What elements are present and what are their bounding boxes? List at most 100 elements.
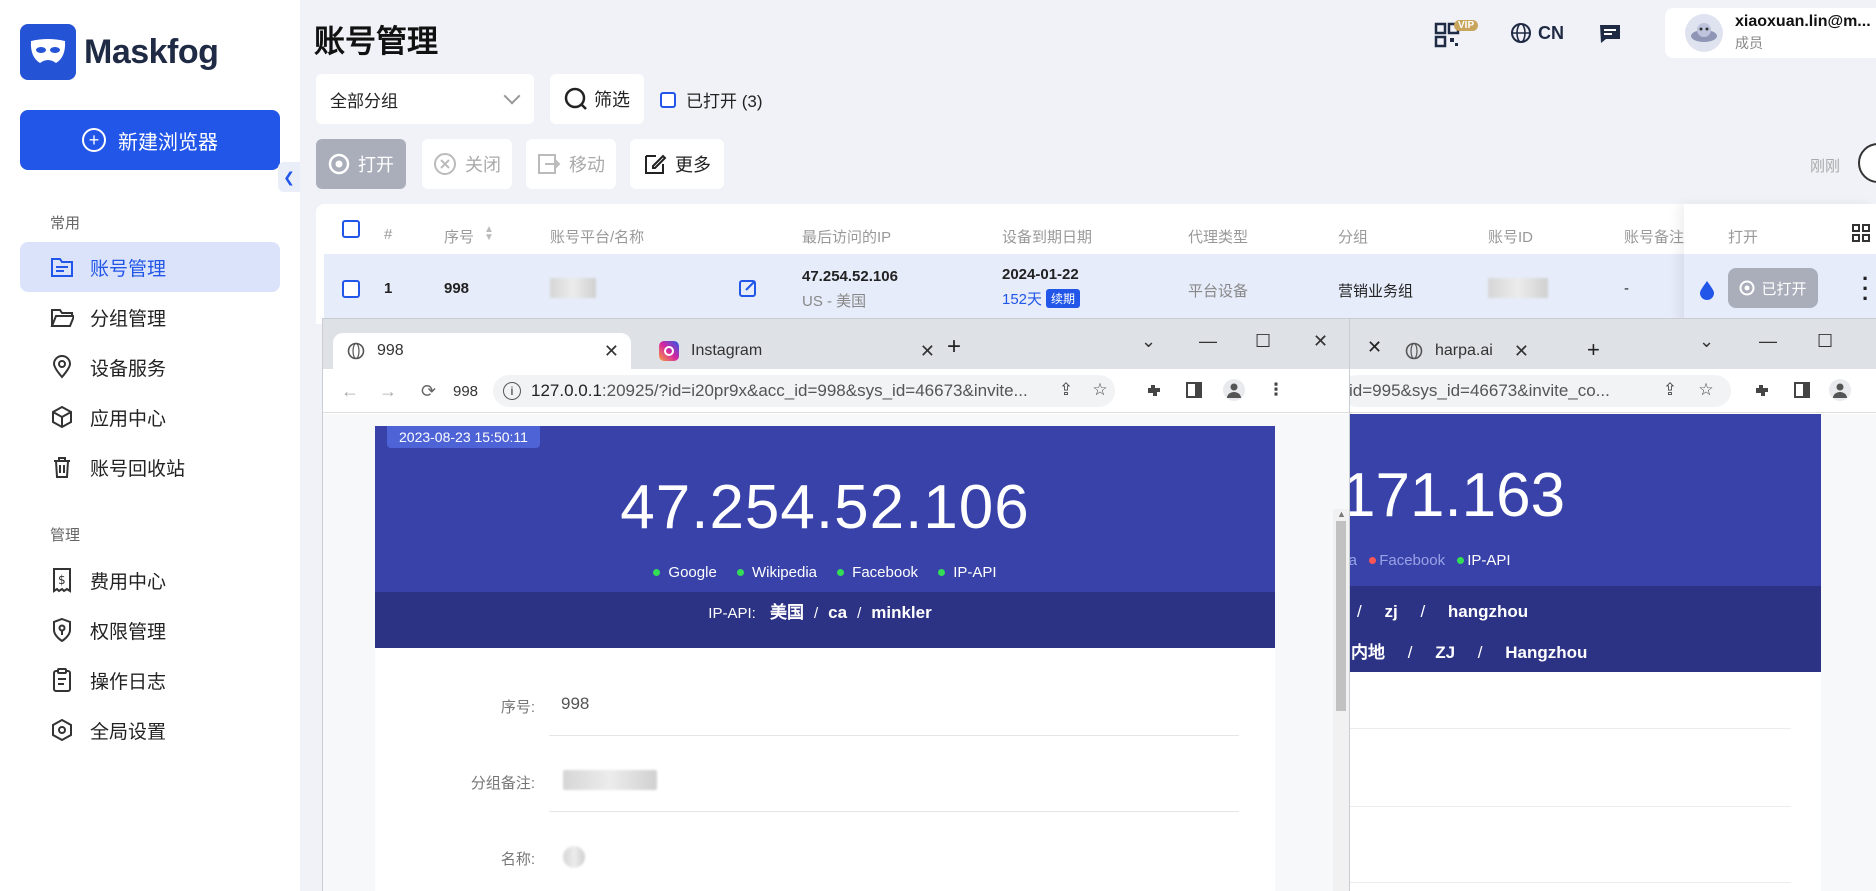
more-button[interactable]: 更多 [630, 139, 724, 189]
globe-icon [1405, 342, 1423, 360]
check-wikipedia: Wikipedia [751, 564, 817, 581]
sidebar-item-label: 设备服务 [90, 358, 167, 380]
sort-icon[interactable]: ▲ ▼ [484, 225, 494, 243]
group-select[interactable]: 全部分组 [316, 74, 534, 124]
sidebar-item-permissions[interactable]: 权限管理 [20, 605, 280, 655]
refresh-button[interactable] [1858, 143, 1876, 183]
sidepanel-icon[interactable] [1183, 379, 1205, 401]
move-icon [538, 154, 561, 174]
cube-icon [50, 405, 74, 429]
maximize-icon[interactable]: ☐ [1255, 331, 1271, 352]
row-more-icon[interactable]: · · · [1862, 268, 1869, 310]
info-panel [1341, 672, 1821, 891]
browser-window-back[interactable]: ✕ harpa.ai ✕ + ⌄ — ☐ id=995&sys_id=46673… [1340, 318, 1876, 891]
tab-harpa[interactable]: harpa.ai ✕ [1391, 333, 1541, 369]
profile-icon[interactable] [1223, 379, 1245, 401]
opened-status-button[interactable]: 已打开 [1728, 268, 1818, 308]
group-note-redacted [563, 770, 657, 790]
new-tab-button[interactable]: + [1587, 337, 1600, 363]
app-logo[interactable]: Maskfog [20, 24, 219, 80]
page-scrollbar[interactable]: ▲ [1333, 509, 1349, 891]
scroll-thumb[interactable] [1336, 521, 1346, 711]
close-button[interactable]: 关闭 [422, 139, 512, 189]
sidebar-item-global-settings[interactable]: 全局设置 [20, 705, 280, 755]
sidebar-item-account-management[interactable]: 账号管理 [20, 242, 280, 292]
info-label: 分组备注: [470, 775, 535, 792]
minimize-icon[interactable]: — [1199, 331, 1217, 352]
row-checkbox[interactable] [342, 280, 360, 298]
sidebar-item-operation-log[interactable]: 操作日志 [20, 655, 280, 705]
minimize-icon[interactable]: — [1759, 331, 1777, 352]
vip-badge: VIP [1454, 20, 1479, 31]
row-ip: 47.254.52.106 [802, 268, 898, 285]
forward-arrow-icon[interactable]: → [379, 381, 397, 402]
move-button[interactable]: 移动 [526, 139, 616, 189]
share-icon[interactable]: ⇪ [1055, 379, 1077, 401]
globe-icon [1511, 23, 1531, 43]
column-header: 分组 [1338, 229, 1369, 246]
qr-code-button[interactable]: VIP [1434, 20, 1482, 48]
close-window-icon[interactable]: ✕ [1313, 331, 1328, 352]
collapse-sidebar-button[interactable]: ❮ [278, 162, 300, 192]
timestamp-badge: 2023-08-23 15:50:11 [387, 426, 540, 448]
check-ipapi: IP-API [953, 564, 997, 581]
back-arrow-icon[interactable]: ← [341, 381, 359, 402]
profile-icon[interactable] [1829, 379, 1851, 401]
column-header: 最后访问的IP [802, 229, 892, 246]
chevron-down-icon[interactable]: ⌄ [1141, 331, 1156, 352]
info-icon[interactable]: i [503, 382, 521, 400]
column-header: 打开 [1728, 229, 1759, 246]
sidebar-item-recycle-bin[interactable]: 账号回收站 [20, 442, 280, 492]
sidebar-item-label: 应用中心 [90, 408, 167, 430]
tab-close-icon[interactable]: ✕ [1367, 337, 1382, 358]
select-all-checkbox[interactable] [342, 220, 360, 238]
tab-instagram[interactable]: Instagram ✕ [645, 333, 947, 369]
mask-logo-icon [20, 24, 76, 80]
sidebar-item-app-center[interactable]: 应用中心 [20, 392, 280, 442]
messages-button[interactable] [1598, 22, 1622, 51]
shield-key-icon [50, 617, 74, 643]
tab-close-icon[interactable]: ✕ [920, 341, 935, 362]
row-days-left-wrap: 152天 续期 [1002, 288, 1081, 309]
sidebar-item-device-service[interactable]: 设备服务 [20, 342, 280, 392]
chevron-down-icon[interactable]: ⌄ [1699, 331, 1714, 352]
address-bar: id=995&sys_id=46673&invite_co... ⇪ ☆ [1341, 369, 1876, 413]
scroll-up-icon[interactable]: ▲ [1337, 509, 1346, 519]
column-settings-icon[interactable] [1852, 224, 1870, 247]
tab-close-icon[interactable]: ✕ [1514, 341, 1529, 362]
star-icon[interactable]: ☆ [1695, 379, 1717, 401]
star-icon[interactable]: ☆ [1089, 379, 1111, 401]
checkbox-icon [660, 91, 676, 108]
tab-close-icon[interactable]: ✕ [604, 341, 619, 362]
ip-hero: 2023-08-23 15:50:11 47.254.52.106 Google… [375, 426, 1275, 648]
tab-998[interactable]: 998 ✕ [333, 333, 631, 369]
language-switch[interactable]: CN [1510, 22, 1564, 44]
new-browser-button[interactable]: + 新建浏览器 [20, 110, 280, 170]
tab-title: Instagram [691, 342, 763, 359]
sidepanel-icon[interactable] [1791, 379, 1813, 401]
extensions-icon[interactable] [1751, 379, 1773, 401]
table-row[interactable]: 1 998 47.254.52.106 US - 美国 2024-01-22 1… [324, 254, 1876, 324]
reload-icon[interactable]: ⟳ [421, 381, 436, 402]
page-title: 账号管理 [314, 24, 438, 59]
row-ip-region: US - 美国 [802, 293, 867, 310]
language-label: CN [1538, 22, 1564, 43]
open-button[interactable]: 打开 [316, 139, 406, 189]
edit-name-icon[interactable] [738, 278, 758, 303]
maximize-icon[interactable]: ☐ [1817, 331, 1833, 352]
user-profile-card[interactable]: xiaoxuan.lin@m... 成员 [1665, 8, 1876, 58]
sidebar-item-group-management[interactable]: 分组管理 [20, 292, 280, 342]
filter-button[interactable]: 筛选 [550, 74, 644, 124]
sidebar-item-billing[interactable]: $ 费用中心 [20, 555, 280, 605]
url-input[interactable]: i 127.0.0.1:20925/?id=i20pr9x&acc_id=998… [493, 375, 1115, 407]
browser-window-front[interactable]: 998 ✕ Instagram ✕ + ⌄ — ☐ ✕ ← → ⟳ 998 i … [322, 318, 1350, 891]
chrome-icon [328, 153, 350, 175]
extensions-icon[interactable] [1143, 379, 1165, 401]
column-header-serial[interactable]: 序号 [444, 226, 474, 247]
browser-menu-icon[interactable]: ⋮ [1265, 379, 1287, 401]
opened-filter-checkbox[interactable]: 已打开 (3) [660, 87, 763, 112]
renew-button[interactable]: 续期 [1046, 289, 1081, 308]
new-tab-button[interactable]: + [947, 333, 961, 361]
opened-status-label: 已打开 [1761, 280, 1807, 298]
share-icon[interactable]: ⇪ [1659, 379, 1681, 401]
